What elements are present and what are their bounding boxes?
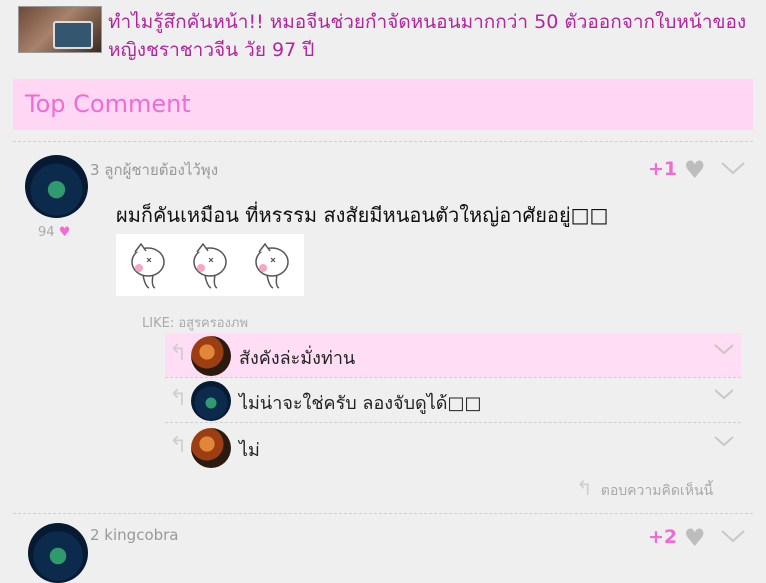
score: +2 [648,526,678,548]
comment-username[interactable]: 3 ลูกผู้ชายต้องไว้พุง [90,158,218,182]
ladybug-avatar[interactable] [191,428,231,468]
comment-text: ผมก็คันเหมือน ที่หรรรม สงสัยมีหนอนตัวใหญ… [116,203,609,227]
article-thumbnail[interactable] [18,6,102,53]
ladybug-avatar[interactable] [191,336,231,376]
reply-button-label: ตอบความคิดเห็นนี้ [600,483,714,499]
reply-button[interactable]: ↰ ตอบความคิดเห็นนี้ [576,476,713,502]
liked-by[interactable]: LIKE: อสูรครองภพ [142,312,248,333]
sticker-image [193,242,227,289]
chevron-down-icon[interactable] [713,341,735,363]
sticker-image [131,242,165,289]
section-title: Top Comment [25,90,191,118]
sticker-images [116,234,304,296]
avatar[interactable] [28,523,88,583]
heart-icon: ♥ [58,225,71,240]
planet-avatar[interactable] [191,381,231,421]
top-comment-header: Top Comment [13,79,753,130]
divider [13,513,753,514]
chevron-down-icon[interactable] [713,386,735,408]
chevron-down-icon[interactable] [720,526,746,550]
divider [13,141,753,142]
reply-arrow-icon: ↰ [169,341,188,366]
reply-text: ไม่น่าจะใช่ครับ ลองจับดูได้□□ [239,393,482,414]
reply-item[interactable]: ↰ สังคังล่ะมั่งท่าน [165,333,741,377]
sticker-image [255,242,289,289]
like-count: 94 ♥ [38,225,70,240]
chevron-down-icon[interactable] [720,158,746,182]
reply-text: ไม่ [239,440,260,461]
comment-username[interactable]: 2 kingcobra [90,526,179,544]
avatar[interactable] [25,155,88,218]
reply-arrow-icon: ↰ [169,433,188,458]
reply-arrow-icon: ↰ [169,386,188,411]
reply-item[interactable]: ↰ ไม่ [165,425,741,469]
reply-arrow-icon: ↰ [576,476,593,500]
heart-icon[interactable]: ♥ [684,526,706,550]
chevron-down-icon[interactable] [713,433,735,455]
like-count-value: 94 [38,225,55,240]
divider [165,422,741,423]
score: +1 [648,158,678,180]
heart-icon[interactable]: ♥ [684,158,706,182]
reply-item[interactable]: ↰ ไม่น่าจะใช่ครับ ลองจับดูได้□□ [165,378,741,422]
reply-text: สังคังล่ะมั่งท่าน [239,348,356,369]
article-headline[interactable]: ทำไมรู้สึกคันหน้า!! หมอจีนช่วยกำจัดหนอนม… [108,8,748,64]
